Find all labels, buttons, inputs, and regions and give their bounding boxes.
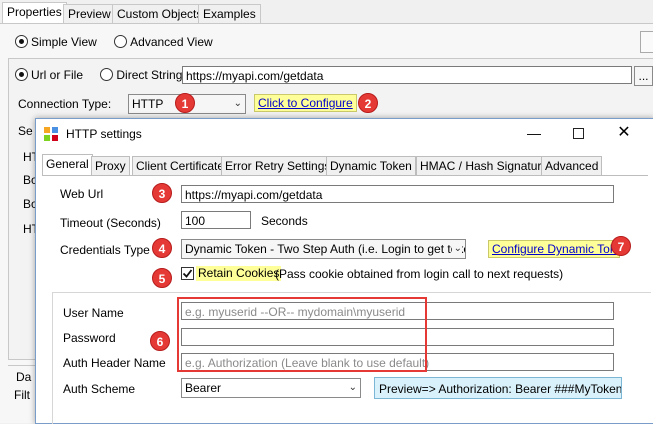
configure-dynamic-token-link[interactable]: Configure Dynamic Token (488, 240, 620, 258)
tab-advanced[interactable]: Advanced (541, 156, 603, 175)
direct-string-radio[interactable]: Direct String (100, 68, 182, 82)
annotation-box (177, 297, 427, 372)
annotation-badge-6: 6 (150, 331, 170, 351)
auth-scheme-select[interactable]: Bearer ⌄ (181, 378, 361, 398)
tab-custom-objects[interactable]: Custom Objects (112, 4, 208, 23)
url-or-file-radio[interactable]: Url or File (15, 68, 83, 82)
annotation-badge-1: 1 (175, 93, 195, 113)
bg-label-se: Se (18, 124, 33, 138)
timeout-label: Timeout (Seconds) (60, 216, 161, 230)
tab-general[interactable]: General (42, 154, 93, 175)
main-tab-strip: Properties Preview Custom Objects Exampl… (0, 0, 653, 24)
dialog-tab-strip: General Proxy Client Certificate Error R… (42, 154, 648, 175)
annotation-badge-4: 4 (152, 238, 172, 258)
credentials-type-select[interactable]: Dynamic Token - Two Step Auth (i.e. Logi… (181, 239, 466, 259)
connection-type-label: Connection Type: (18, 97, 112, 111)
web-url-label: Web Url (60, 187, 104, 201)
user-name-label: User Name (63, 306, 124, 320)
tab-examples[interactable]: Examples (198, 4, 261, 23)
minimize-button[interactable]: — (520, 123, 548, 143)
retain-cookies-checkbox[interactable] (181, 267, 194, 280)
tab-hmac-hash-signature[interactable]: HMAC / Hash Signature (416, 156, 553, 175)
tab-client-certificate[interactable]: Client Certificate (132, 156, 229, 175)
advanced-view-radio[interactable]: Advanced View (114, 35, 213, 49)
auth-header-name-label: Auth Header Name (63, 356, 166, 370)
view-options: Simple View Advanced View (15, 35, 213, 49)
tab-proxy[interactable]: Proxy (91, 156, 130, 175)
timeout-unit: Seconds (261, 214, 308, 228)
http-settings-dialog: HTTP settings — ✕ General Proxy Client C… (35, 118, 653, 424)
url-input[interactable]: https://myapi.com/getdata (182, 66, 632, 84)
annotation-badge-3: 3 (152, 183, 172, 203)
click-to-configure-link[interactable]: Click to Configure (254, 94, 357, 112)
tab-error-retry-settings[interactable]: Error Retry Settings (221, 156, 335, 175)
chevron-down-icon: ⌄ (348, 382, 357, 393)
chevron-down-icon: ⌄ (451, 240, 462, 258)
retain-cookies-description: (Pass cookie obtained from login call to… (275, 267, 564, 281)
close-icon: ✕ (617, 124, 631, 141)
web-url-input[interactable]: https://myapi.com/getdata (181, 185, 614, 203)
retain-cookies-label[interactable]: Retain Cookies (196, 266, 282, 281)
checkmark-icon (182, 269, 193, 278)
auth-scheme-label: Auth Scheme (63, 382, 136, 396)
simple-view-radio[interactable]: Simple View (15, 35, 97, 49)
bg-label-da: Da (16, 370, 32, 384)
annotation-badge-7: 7 (611, 236, 631, 256)
tab-preview[interactable]: Preview (63, 4, 116, 23)
timeout-input[interactable]: 100 (181, 211, 251, 229)
bg-label-filt: Filt (14, 388, 30, 402)
app-icon (44, 127, 58, 141)
auth-preview: Preview=> Authorization: Bearer ###MyTok… (374, 377, 622, 399)
dialog-title: HTTP settings (66, 127, 142, 141)
dialog-title-bar: HTTP settings — ✕ (36, 119, 653, 149)
tab-dynamic-token[interactable]: Dynamic Token (326, 156, 416, 175)
right-edge-box (640, 31, 653, 53)
source-options: Url or File Direct String (15, 68, 182, 82)
close-button[interactable]: ✕ (610, 123, 638, 143)
annotation-badge-2: 2 (358, 93, 378, 113)
password-label: Password (63, 331, 116, 345)
credentials-type-label: Credentials Type (60, 243, 150, 257)
tab-properties[interactable]: Properties (2, 2, 67, 24)
maximize-button[interactable] (564, 123, 592, 143)
annotation-badge-5: 5 (152, 268, 172, 288)
maximize-icon (573, 128, 584, 139)
browse-button[interactable]: ... (634, 66, 653, 86)
chevron-down-icon: ⌄ (233, 98, 242, 109)
